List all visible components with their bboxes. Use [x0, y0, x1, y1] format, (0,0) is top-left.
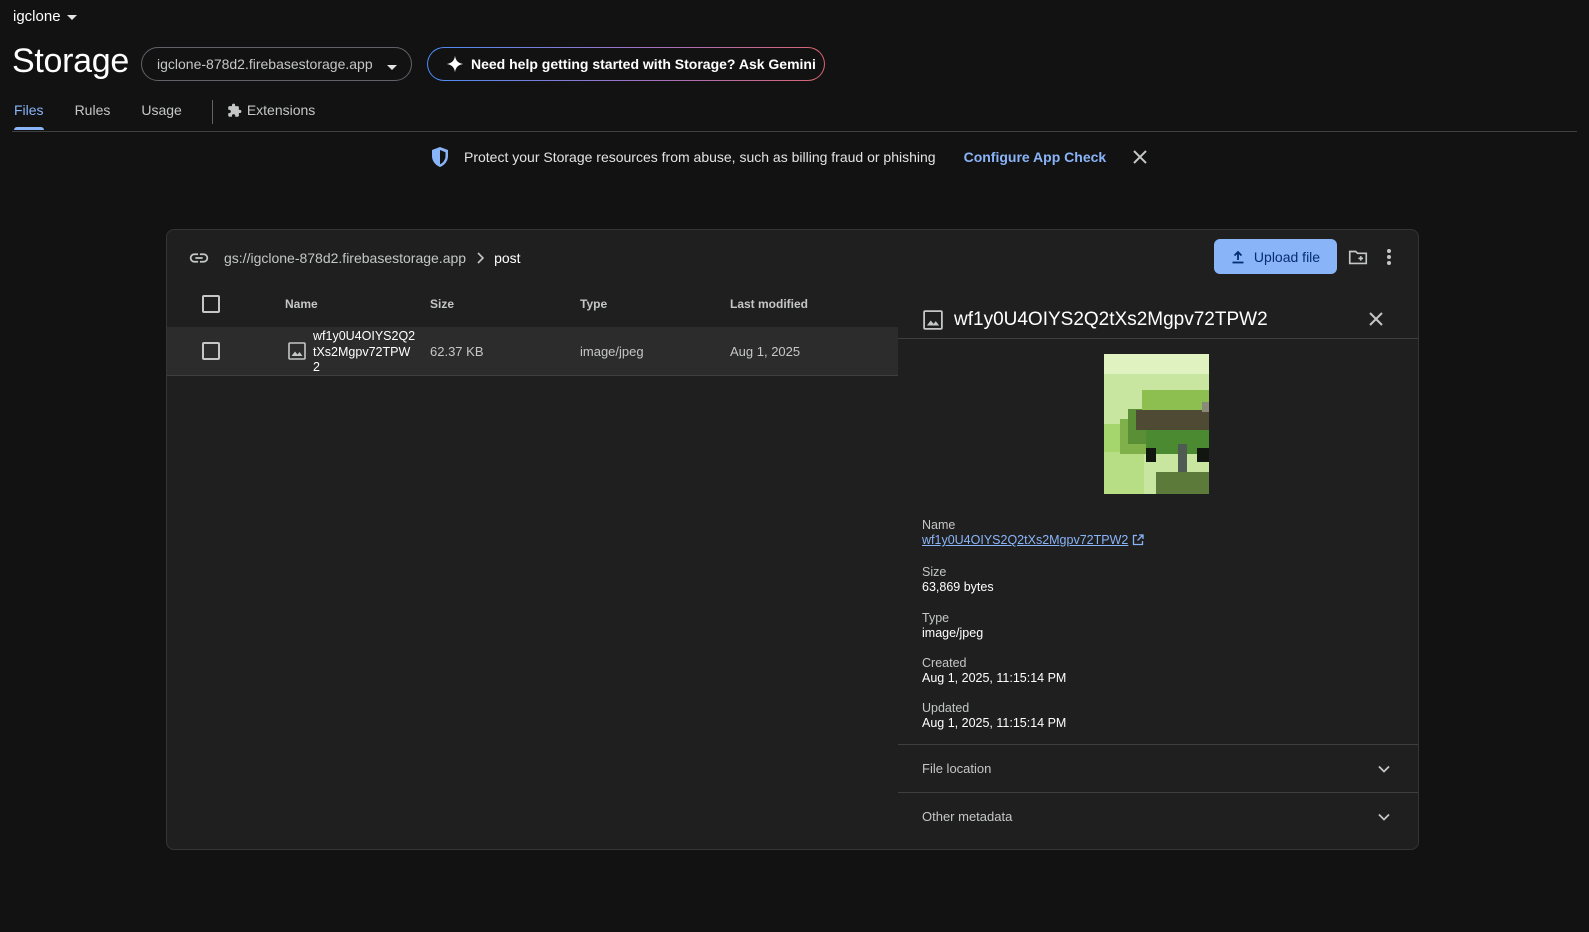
app-check-banner: Protect your Storage resources from abus… — [430, 145, 1148, 169]
tab-bar: Files Rules Usage Extensions — [14, 100, 346, 130]
more-vert-icon — [1387, 249, 1391, 265]
created-label: Created — [922, 656, 967, 670]
updated-value: Aug 1, 2025, 11:15:14 PM — [922, 716, 1067, 730]
details-divider — [898, 338, 1418, 339]
file-preview-image — [1104, 354, 1209, 494]
type-value: image/jpeg — [922, 626, 984, 640]
close-icon[interactable] — [1368, 311, 1384, 327]
configure-app-check-link[interactable]: Configure App Check — [964, 149, 1107, 165]
more-options-button[interactable] — [1379, 244, 1399, 270]
file-name[interactable]: wf1y0U4OIYS2Q2 tXs2Mgpv72TPW 2 — [313, 329, 415, 376]
file-details-pane: wf1y0U4OIYS2Q2tXs2Mgpv72TPW2 Name wf1y0U… — [898, 300, 1418, 850]
row-checkbox[interactable] — [202, 342, 220, 360]
name-label: Name — [922, 518, 956, 532]
tab-divider — [211, 100, 213, 124]
tab-files[interactable]: Files — [14, 102, 44, 130]
chevron-down-icon — [1378, 765, 1390, 773]
file-browser-panel: gs://igclone-878d2.firebasestorage.app p… — [166, 229, 1419, 850]
new-folder-button[interactable] — [1345, 244, 1371, 270]
image-file-icon — [923, 310, 943, 330]
breadcrumb: gs://igclone-878d2.firebasestorage.app p… — [188, 244, 521, 272]
close-icon[interactable] — [1132, 149, 1148, 165]
file-name-link-text: wf1y0U4OIYS2Q2tXs2Mgpv72TPW2 — [922, 533, 1129, 547]
breadcrumb-bucket[interactable]: gs://igclone-878d2.firebasestorage.app — [224, 250, 466, 266]
select-all-checkbox[interactable] — [202, 295, 220, 313]
puzzle-icon — [228, 103, 242, 117]
file-name-line: wf1y0U4OIYS2Q2 — [313, 329, 416, 343]
column-header-name[interactable]: Name — [285, 297, 318, 311]
file-name-line: tXs2Mgpv72TPW — [313, 344, 411, 359]
ask-gemini-label: Need help getting started with Storage? … — [471, 56, 816, 72]
image-file-icon — [288, 342, 306, 360]
sparkle-icon — [446, 55, 464, 73]
size-label: Size — [922, 565, 947, 579]
tabs-divider — [12, 131, 1577, 132]
file-size: 62.37 KB — [430, 344, 484, 359]
project-name: igclone — [13, 8, 61, 25]
other-metadata-section[interactable]: Other metadata — [898, 793, 1418, 840]
caret-down-icon — [387, 65, 397, 70]
shield-icon — [432, 147, 448, 167]
upload-icon — [1232, 250, 1244, 263]
column-header-last-modified[interactable]: Last modified — [730, 297, 808, 311]
file-location-section[interactable]: File location — [898, 745, 1418, 792]
ask-gemini-button[interactable]: Need help getting started with Storage? … — [427, 47, 825, 81]
file-last-modified: Aug 1, 2025 — [730, 344, 801, 359]
upload-file-label: Upload file — [1253, 248, 1321, 265]
project-selector[interactable]: igclone — [13, 8, 77, 25]
upload-file-button[interactable]: Upload file — [1214, 239, 1337, 274]
page-title: Storage — [12, 42, 129, 80]
tab-usage[interactable]: Usage — [141, 102, 181, 130]
created-value: Aug 1, 2025, 11:15:14 PM — [922, 671, 1067, 685]
tab-extensions[interactable]: Extensions — [227, 102, 315, 130]
size-value: 63,869 bytes — [922, 580, 994, 594]
open-in-new-icon — [1133, 534, 1144, 546]
file-type: image/jpeg — [580, 344, 644, 359]
bucket-selector-label: igclone-878d2.firebasestorage.app — [157, 56, 373, 72]
details-title: wf1y0U4OIYS2Q2tXs2Mgpv72TPW2 — [954, 309, 1268, 330]
other-metadata-label: Other metadata — [922, 809, 1013, 824]
updated-label: Updated — [922, 701, 970, 715]
column-header-type[interactable]: Type — [580, 297, 607, 311]
tab-extensions-label: Extensions — [246, 102, 316, 118]
type-label: Type — [922, 611, 950, 625]
file-name-line: 2 — [313, 360, 320, 374]
column-header-size[interactable]: Size — [430, 297, 454, 311]
link-icon[interactable] — [188, 247, 210, 269]
breadcrumb-folder: post — [494, 250, 521, 266]
file-name-link[interactable]: wf1y0U4OIYS2Q2tXs2Mgpv72TPW2 — [922, 533, 1144, 547]
file-location-label: File location — [922, 761, 992, 776]
banner-message: Protect your Storage resources from abus… — [464, 149, 936, 165]
caret-down-icon — [66, 15, 77, 20]
table-row[interactable]: wf1y0U4OIYS2Q2 tXs2Mgpv72TPW 2 62.37 KB … — [167, 327, 898, 376]
chevron-down-icon — [1378, 813, 1390, 821]
create-folder-icon — [1348, 250, 1368, 265]
bucket-selector[interactable]: igclone-878d2.firebasestorage.app — [141, 47, 412, 81]
tab-rules[interactable]: Rules — [75, 102, 111, 130]
chevron-right-icon — [477, 252, 485, 264]
